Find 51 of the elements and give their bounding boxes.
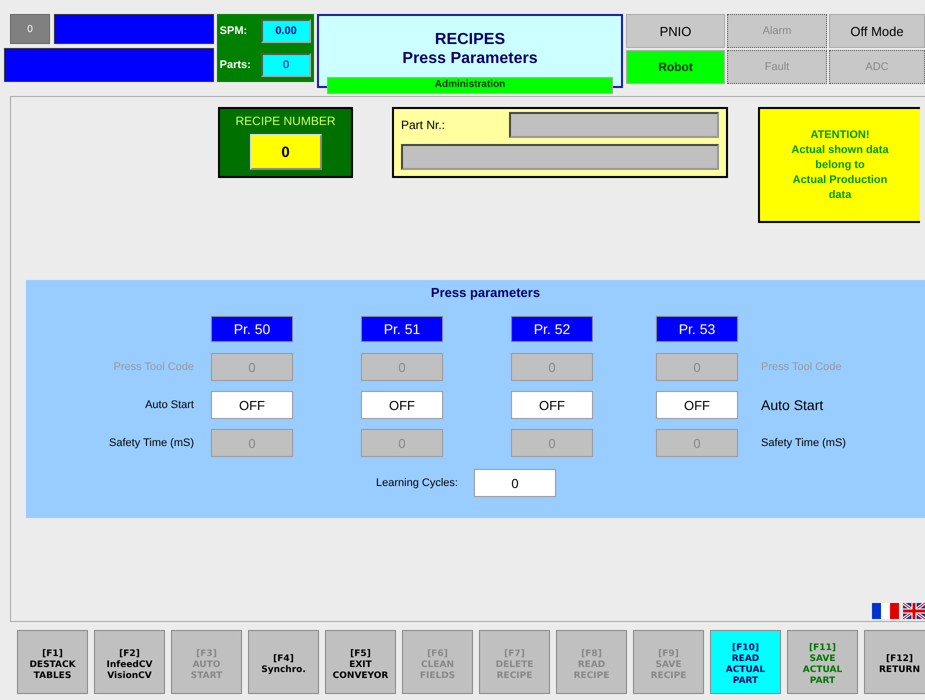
row-label: Press Tool Code bbox=[112, 360, 195, 375]
parts-label: Parts: bbox=[220, 59, 251, 71]
press-header: Pr. 53 bbox=[656, 316, 738, 342]
status-indicator: Fault bbox=[727, 50, 828, 84]
press-header: Pr. 50 bbox=[211, 316, 293, 342]
row-label: Auto Start bbox=[144, 398, 195, 413]
toggle-button[interactable]: OFF bbox=[656, 391, 738, 419]
french-flag-icon[interactable] bbox=[872, 603, 899, 619]
row-label: Press Tool Code bbox=[761, 360, 843, 375]
value-field: 0 bbox=[656, 353, 738, 381]
attention-text: ATENTION! Actual shown data belong to Actual Production data bbox=[791, 128, 889, 202]
value-field: 0 bbox=[656, 429, 738, 457]
uk-flag-icon[interactable] bbox=[903, 603, 925, 619]
row-label: Safety Time (mS) bbox=[761, 436, 847, 451]
function-key-button[interactable]: [F5] EXIT CONVEYOR bbox=[325, 630, 396, 694]
value-field: 0 bbox=[511, 429, 593, 457]
value-field: 0 bbox=[211, 353, 293, 381]
recipe-label: RECIPE NUMBER bbox=[235, 114, 336, 128]
part-label: Part Nr.: bbox=[401, 118, 446, 132]
recipe-number-field[interactable]: 0 bbox=[250, 134, 322, 170]
toggle-button[interactable]: OFF bbox=[361, 391, 443, 419]
row-label: Auto Start bbox=[761, 396, 824, 415]
learning-cycles-label: Learning Cycles: bbox=[376, 477, 458, 489]
function-key-button[interactable]: [F2] InfeedCV VisionCV bbox=[94, 630, 165, 694]
parts-value: 0 bbox=[261, 53, 312, 77]
status-indicator: ADC bbox=[829, 50, 925, 84]
spm-label: SPM: bbox=[220, 25, 248, 37]
toggle-button[interactable]: OFF bbox=[211, 391, 293, 419]
status-indicator: Robot bbox=[626, 50, 726, 84]
value-field: 0 bbox=[211, 429, 293, 457]
status-indicator: Off Mode bbox=[829, 14, 925, 48]
learning-cycles-field[interactable]: 0 bbox=[474, 469, 556, 497]
function-key-button[interactable]: [F10] READ ACTUAL PART bbox=[710, 630, 781, 694]
screen-subtitle: Press Parameters bbox=[402, 49, 538, 68]
status-indicator: PNIO bbox=[626, 14, 726, 48]
value-field: 0 bbox=[361, 429, 443, 457]
row-label: Safety Time (mS) bbox=[108, 436, 195, 451]
counter-display: 0 bbox=[10, 14, 50, 44]
toggle-button[interactable]: OFF bbox=[511, 391, 593, 419]
spm-value: 0.00 bbox=[261, 19, 312, 43]
screen-title: RECIPES bbox=[434, 30, 506, 49]
status-indicator: Alarm bbox=[727, 14, 828, 48]
function-key-button[interactable]: [F4] Synchro. bbox=[248, 630, 319, 694]
press-header: Pr. 52 bbox=[511, 316, 593, 342]
value-field: 0 bbox=[511, 353, 593, 381]
press-header: Pr. 51 bbox=[361, 316, 443, 342]
user-level: Administration bbox=[327, 77, 614, 94]
panel-title: Press parameters bbox=[430, 285, 540, 300]
function-key-button[interactable]: [F12] RETURN bbox=[864, 630, 925, 694]
value-field: 0 bbox=[361, 353, 443, 381]
function-key-button[interactable]: [F1] DESTACK TABLES bbox=[17, 630, 88, 694]
